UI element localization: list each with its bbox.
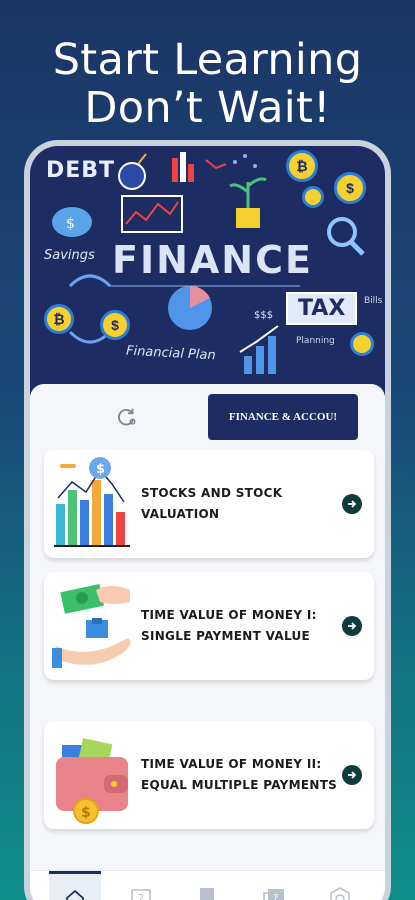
svg-text:?: ? — [138, 892, 144, 900]
arrow-right-icon[interactable] — [342, 616, 362, 636]
question-bubble-icon: ? — [131, 888, 152, 900]
topic-title: TIME VALUE OF MONEY I: SINGLE PAYMENT VA… — [141, 608, 317, 643]
hero-word-debt: DEBT — [46, 158, 116, 183]
bitcoin-coin-icon: ₿ — [286, 150, 318, 182]
hero-word-planning: Planning — [296, 336, 335, 346]
phone-frame: $ DEBT Savings FINANCE Financial Plan TA… — [24, 140, 391, 900]
question-cards-icon: ? — [262, 888, 284, 900]
svg-text:$: $ — [66, 216, 75, 232]
topic-card[interactable]: $ TIME VALUE OF MONEY II: EQUAL MULTIPLE… — [44, 721, 374, 829]
nav-questions[interactable]: ? — [248, 871, 300, 900]
topics-toolbar: FINANCE & ACCOU! — [30, 394, 385, 440]
refresh-icon[interactable] — [116, 406, 138, 428]
nav-bookmarks[interactable] — [181, 871, 233, 900]
app-screen: $ DEBT Savings FINANCE Financial Plan TA… — [30, 146, 385, 900]
nav-quiz[interactable]: ? — [115, 871, 167, 900]
topic-card[interactable]: TIME VALUE OF MONEY I: SINGLE PAYMENT VA… — [44, 572, 374, 680]
svg-text:$: $ — [81, 805, 91, 821]
home-icon — [66, 889, 84, 900]
promo-headline: Start Learning Don’t Wait! — [0, 36, 415, 132]
category-button[interactable]: FINANCE & ACCOU! — [208, 394, 358, 440]
hero-word-finance: FINANCE — [112, 238, 313, 282]
hero-word-savings: Savings — [44, 248, 95, 263]
hero-word-tax: TAX — [286, 292, 358, 325]
bottom-navigation: ? ? — [30, 870, 385, 900]
headline-line-2: Don’t Wait! — [84, 83, 331, 133]
dollar-coin-icon: $ — [100, 310, 130, 340]
settings-icon — [330, 886, 350, 900]
nav-settings[interactable] — [314, 871, 366, 900]
arrow-right-icon[interactable] — [342, 765, 362, 785]
finance-hero-image: $ DEBT Savings FINANCE Financial Plan TA… — [30, 146, 385, 396]
hero-word-dollars: $$$ — [254, 310, 274, 321]
topic-title: TIME VALUE OF MONEY II: EQUAL MULTIPLE P… — [141, 757, 338, 792]
svg-text:$: $ — [96, 462, 105, 477]
topic-title: STOCKS AND STOCK VALUATION — [141, 486, 283, 521]
small-coin-icon — [302, 186, 324, 208]
svg-text:?: ? — [273, 893, 278, 900]
arrow-right-icon[interactable] — [342, 494, 362, 514]
hands-money-illustration — [52, 584, 131, 668]
hero-word-bills: Bills — [364, 296, 383, 306]
topic-card[interactable]: $ STOCKS AND STOCK VALUATION — [44, 450, 374, 558]
wallet-illustration: $ — [56, 738, 128, 824]
small-coin-icon — [350, 332, 374, 356]
nav-home[interactable] — [49, 870, 102, 900]
topics-panel: FINANCE & ACCOU! $ STOCKS AND STOCK VALU… — [30, 384, 385, 900]
headline-line-1: Start Learning — [52, 35, 363, 85]
bitcoin-coin-icon: ₿ — [44, 304, 74, 334]
dollar-coin-icon: $ — [334, 172, 366, 204]
bookmark-icon — [200, 887, 215, 900]
stock-chart-illustration: $ — [54, 457, 130, 547]
